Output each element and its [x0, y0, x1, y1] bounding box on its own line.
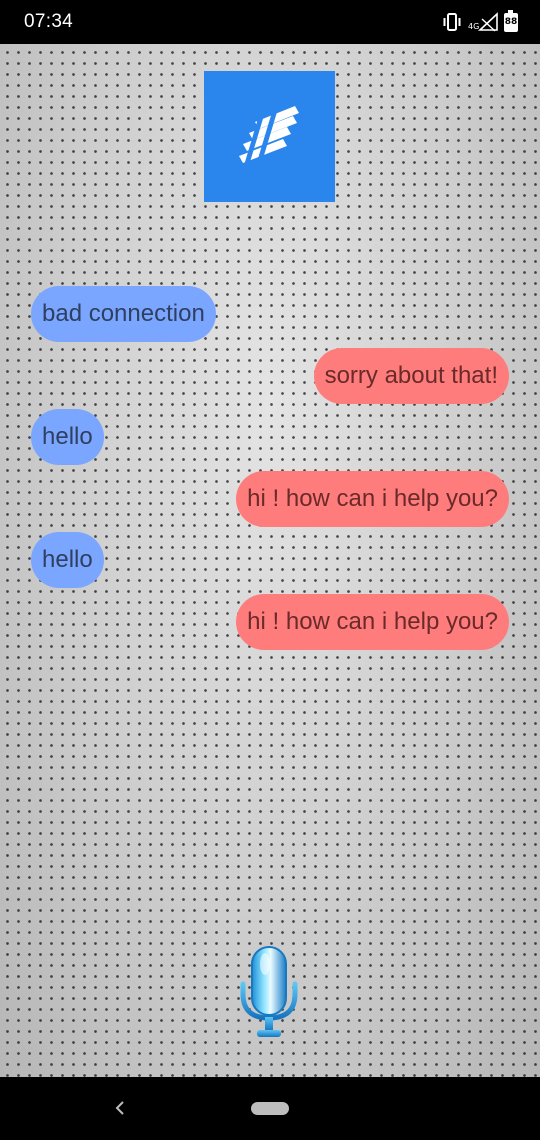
signal-icon: 4G — [468, 12, 498, 32]
back-icon[interactable] — [113, 1099, 127, 1122]
battery-icon: 88 — [504, 9, 518, 32]
app-logo-icon — [204, 71, 335, 202]
message-bubble-bot: hi ! how can i help you? — [236, 594, 509, 650]
microphone-button[interactable] — [238, 944, 300, 1040]
message-bubble-user: hello — [31, 409, 104, 465]
status-time: 07:34 — [24, 11, 74, 32]
status-bar: 07:34 4G 88 — [0, 0, 540, 44]
vibrate-icon — [442, 13, 462, 31]
message-bubble-bot: sorry about that! — [313, 348, 509, 404]
network-type-label: 4G — [468, 22, 480, 31]
status-icons: 4G 88 — [442, 9, 518, 34]
navigation-bar — [0, 1077, 540, 1140]
chat-screen: bad connection sorry about that! hello h… — [0, 44, 540, 1077]
message-bubble-user: bad connection — [31, 286, 216, 342]
microphone-icon — [240, 946, 298, 1037]
home-pill-icon[interactable] — [251, 1102, 289, 1115]
message-bubble-bot: hi ! how can i help you? — [236, 471, 509, 527]
message-bubble-user: hello — [31, 532, 104, 588]
